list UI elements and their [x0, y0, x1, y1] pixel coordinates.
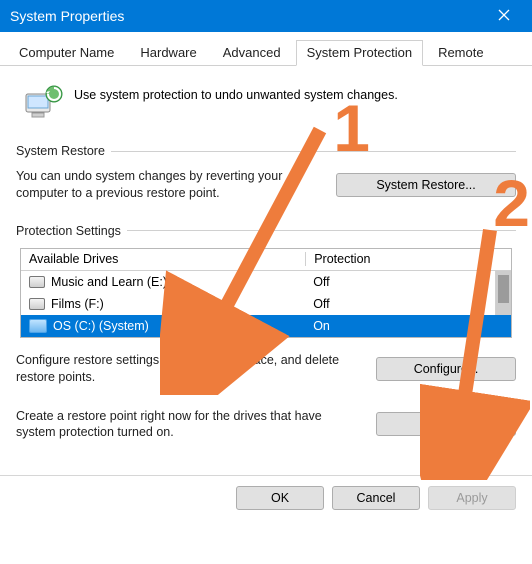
- drive-name: OS (C:) (System): [53, 319, 149, 333]
- group-title: Protection Settings: [16, 224, 121, 238]
- tab-label: Remote: [438, 45, 484, 60]
- tab-strip: Computer Name Hardware Advanced System P…: [0, 32, 532, 66]
- button-label: Create...: [422, 417, 470, 431]
- system-protection-icon: [24, 84, 64, 120]
- tab-label: Advanced: [223, 45, 281, 60]
- window-title: System Properties: [10, 8, 484, 24]
- tab-label: Hardware: [140, 45, 196, 60]
- scrollbar[interactable]: [495, 271, 511, 315]
- tab-panel: Use system protection to undo unwanted s…: [0, 66, 532, 475]
- group-title: System Restore: [16, 144, 105, 158]
- configure-desc: Configure restore settings, manage disk …: [16, 352, 356, 386]
- intro-row: Use system protection to undo unwanted s…: [24, 84, 516, 120]
- create-button[interactable]: Create...: [376, 412, 516, 436]
- restore-desc: You can undo system changes by reverting…: [16, 168, 316, 202]
- button-label: System Restore...: [376, 178, 475, 192]
- tab-label: System Protection: [307, 45, 413, 60]
- intro-text: Use system protection to undo unwanted s…: [74, 84, 398, 102]
- drive-row[interactable]: Music and Learn (E:) Off: [21, 271, 511, 293]
- drive-name: Music and Learn (E:): [51, 275, 167, 289]
- group-label-system-restore: System Restore: [16, 144, 516, 158]
- drive-row-selected[interactable]: OS (C:) (System) On: [21, 315, 511, 337]
- tab-label: Computer Name: [19, 45, 114, 60]
- button-label: Cancel: [357, 491, 396, 505]
- scrollbar-thumb[interactable]: [498, 275, 509, 303]
- tab-remote[interactable]: Remote: [427, 40, 495, 65]
- col-header-drives: Available Drives: [21, 252, 305, 266]
- drive-name: Films (F:): [51, 297, 104, 311]
- titlebar: System Properties: [0, 0, 532, 32]
- ok-button[interactable]: OK: [236, 486, 324, 510]
- tab-hardware[interactable]: Hardware: [129, 40, 207, 65]
- tab-computer-name[interactable]: Computer Name: [8, 40, 125, 65]
- drive-protection: Off: [305, 297, 511, 311]
- hdd-icon: [29, 276, 45, 288]
- dialog-footer: OK Cancel Apply: [0, 475, 532, 520]
- tab-advanced[interactable]: Advanced: [212, 40, 292, 65]
- drive-list-header: Available Drives Protection: [21, 249, 511, 271]
- drive-protection: On: [305, 319, 511, 333]
- close-button[interactable]: [484, 8, 524, 24]
- tab-system-protection[interactable]: System Protection: [296, 40, 424, 66]
- drive-row[interactable]: Films (F:) Off: [21, 293, 511, 315]
- system-drive-icon: [29, 319, 47, 333]
- system-restore-button[interactable]: System Restore...: [336, 173, 516, 197]
- cancel-button[interactable]: Cancel: [332, 486, 420, 510]
- drive-protection: Off: [305, 275, 511, 289]
- button-label: Apply: [456, 491, 487, 505]
- configure-button[interactable]: Configure...: [376, 357, 516, 381]
- group-protection-settings: Protection Settings Available Drives Pro…: [16, 224, 516, 442]
- apply-button[interactable]: Apply: [428, 486, 516, 510]
- drive-list[interactable]: Available Drives Protection Music and Le…: [20, 248, 512, 338]
- close-icon: [498, 9, 510, 21]
- create-desc: Create a restore point right now for the…: [16, 408, 356, 442]
- hdd-icon: [29, 298, 45, 310]
- col-header-protection: Protection: [305, 252, 511, 266]
- group-label-protection: Protection Settings: [16, 224, 516, 238]
- button-label: Configure...: [414, 362, 479, 376]
- group-system-restore: System Restore You can undo system chang…: [16, 144, 516, 202]
- button-label: OK: [271, 491, 289, 505]
